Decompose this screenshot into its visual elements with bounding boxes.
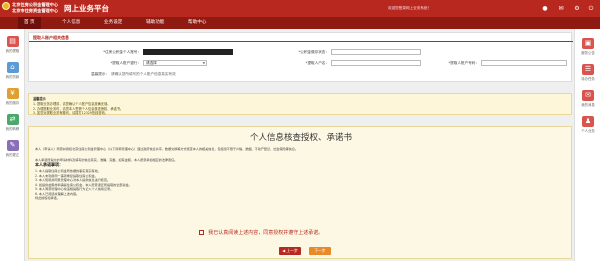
account-label: *住房公积金个人账号： [103, 50, 141, 54]
bank-select-value: 请选择 [146, 61, 157, 65]
task-icon: ☰ [582, 64, 594, 75]
house-icon: ⌂ [6, 62, 19, 73]
main-content: 提取人账户相关信息 *住房公积金个人账号： *公积金缴存状态： *提取人账户银行… [28, 32, 573, 261]
sidebar-item-label: 我的消息 [581, 103, 595, 107]
message-icon: ✉ [582, 90, 594, 101]
edit-icon: ✎ [6, 140, 19, 151]
agree-row[interactable]: 我已认真阅读上述内容，同意授权并遵守上述承诺。 [199, 229, 323, 237]
note-text: 请确认您所填写的个人账户信息真实有效 [111, 72, 176, 76]
nav-help-center[interactable]: 帮助中心 [182, 17, 212, 29]
provident-status-label: *公积金缴存状态： [298, 50, 329, 54]
notice-line-3: 3. 如您对提取业务有疑问，请拨打12329热线咨询。 [33, 111, 108, 115]
main-nav: 首 页 个人信息 业务设定 辅助功能 帮助中心 [0, 17, 600, 29]
settings-icon[interactable]: ⚙ [572, 4, 582, 13]
sidebar-item-deposit[interactable]: ¥ 我的缴存 [2, 87, 23, 109]
left-sidebar: ▤ 我的提取 ⌂ 我的贷款 ¥ 我的缴存 ⇄ 我的转移 ✎ 我的更正 [0, 29, 25, 261]
bank-label: *提取人账户银行： [110, 61, 141, 65]
nav-home[interactable]: 首 页 [18, 17, 41, 29]
note-label: 温馨提示： [91, 72, 109, 76]
bank-select[interactable]: 请选择 ▼ [143, 60, 207, 66]
sidebar-item-messages[interactable]: ✉ 我的消息 [577, 89, 599, 111]
promise-item: 特此授权和承诺。 [35, 196, 60, 200]
logout-icon[interactable]: ⏻ [586, 4, 596, 13]
sidebar-item-loan[interactable]: ⌂ 我的贷款 [2, 61, 23, 83]
emblem-icon [2, 2, 10, 10]
sidebar-item-label: 服务公告 [581, 51, 595, 55]
sidebar-item-label: 我的贷款 [5, 75, 20, 79]
nav-personal-info[interactable]: 个人信息 [56, 17, 86, 29]
sidebar-item-transfer[interactable]: ⇄ 我的转移 [2, 113, 23, 135]
next-step-button[interactable]: 下一步 [309, 247, 331, 255]
site-logo[interactable]: 北京住房公积金管理中心 北京市住房资金管理中心 网上业务平台 [0, 0, 160, 17]
sidebar-item-correction[interactable]: ✎ 我的更正 [2, 139, 23, 161]
promise-paragraph: 本人（申请人）同意并授权北京住房公积金管理中心（以下简称管理中心）通过政府信息共… [35, 147, 298, 151]
id-card-icon: ▤ [6, 36, 19, 47]
user-welcome-text: 欢迎您登录网上业务系统！ [388, 6, 432, 10]
sidebar-item-label: 我的提取 [5, 49, 20, 53]
account-number-field[interactable] [143, 49, 233, 55]
agree-checkbox[interactable] [199, 230, 204, 235]
account-info-panel: 提取人账户相关信息 *住房公积金个人账号： *公积金缴存状态： *提取人账户银行… [28, 32, 573, 82]
user-icon: ♟ [582, 116, 594, 127]
account-name-label: *提取人户名： [305, 61, 329, 65]
org-name-line2: 北京市住房资金管理中心 [12, 8, 59, 13]
notice-icon: ▣ [582, 38, 594, 49]
authorization-commitment-panel: 个人信息核查授权、承诺书 本人（申请人）同意并授权北京住房公积金管理中心（以下简… [28, 126, 572, 259]
agree-label[interactable]: 我已认真阅读上述内容，同意授权并遵守上述承诺。 [208, 229, 323, 236]
sidebar-item-label: 我的转移 [5, 127, 20, 131]
sidebar-item-label: 我的缴存 [5, 101, 20, 105]
previous-step-button[interactable]: ◀ 上一步 [279, 247, 301, 255]
bank-account-label: *提取人账户号码： [448, 61, 479, 65]
top-header-bar: 北京住房公积金管理中心 北京市住房资金管理中心 网上业务平台 欢迎您登录网上业务… [0, 0, 600, 17]
sidebar-item-announcements[interactable]: ▣ 服务公告 [577, 37, 599, 59]
sidebar-item-tasks[interactable]: ☰ 待办任务 [577, 63, 599, 85]
chevron-down-icon: ▼ [202, 61, 205, 65]
sidebar-item-label: 个人业务 [581, 129, 595, 133]
transfer-icon: ⇄ [6, 114, 19, 125]
provident-status-field[interactable] [331, 49, 421, 55]
user-icon[interactable]: ● [540, 4, 550, 13]
coin-icon: ¥ [6, 88, 19, 99]
title-divider [29, 41, 573, 42]
notice-box: 温馨提示 1. 提取业务办理前，请您确认个人账户信息准确无误。 2. 办理提取业… [28, 93, 572, 115]
nav-business-settings[interactable]: 业务设定 [98, 17, 128, 29]
message-icon[interactable]: ✉ [556, 4, 566, 13]
right-sidebar: ▣ 服务公告 ☰ 待办任务 ✉ 我的消息 ♟ 个人业务 [574, 29, 600, 261]
platform-title: 网上业务平台 [64, 4, 109, 13]
sidebar-item-personal-business[interactable]: ♟ 个人业务 [577, 115, 599, 137]
sidebar-item-withdraw[interactable]: ▤ 我的提取 [2, 35, 23, 57]
bank-account-field[interactable] [481, 60, 567, 66]
account-name-field[interactable] [331, 60, 421, 66]
nav-auxiliary[interactable]: 辅助功能 [140, 17, 170, 29]
sidebar-item-label: 待办任务 [581, 77, 595, 81]
promise-title: 个人信息核查授权、承诺书 [249, 133, 352, 143]
sidebar-item-label: 我的更正 [5, 153, 20, 157]
